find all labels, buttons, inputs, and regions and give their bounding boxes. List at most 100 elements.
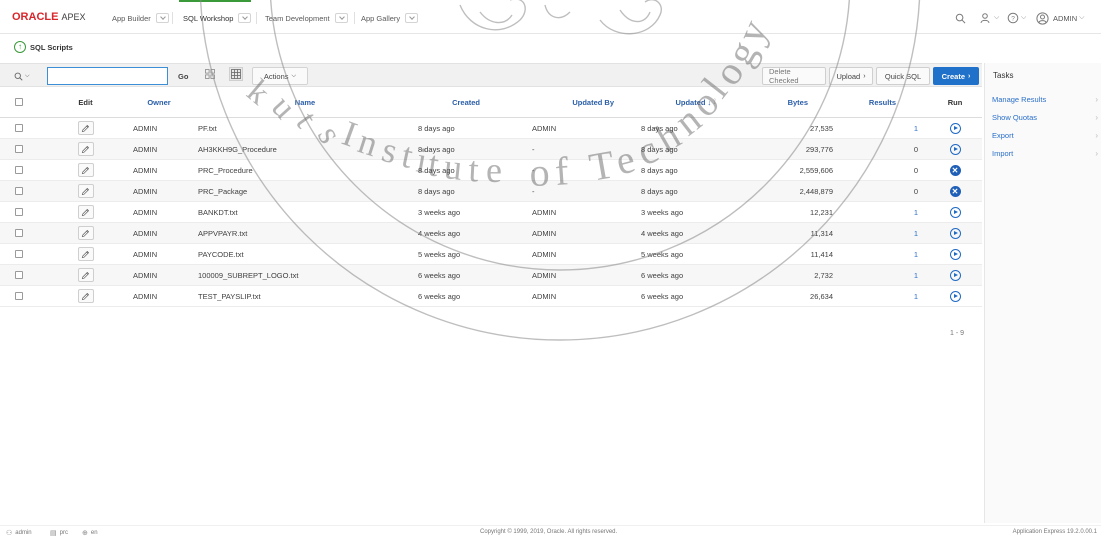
task-link-manage-results[interactable]: Manage Results › [989,90,1101,108]
cell-results[interactable]: 1 [840,223,918,243]
row-checkbox[interactable] [15,124,23,132]
row-checkbox[interactable] [15,250,23,258]
cell-name[interactable]: 100009_SUBREPT_LOGO.txt [198,265,414,285]
footer-language[interactable]: ⊕ en [82,529,98,537]
task-link-import[interactable]: Import › [989,144,1101,162]
cell-name[interactable]: PF.txt [198,118,414,138]
chevron-down-icon: ⌵ [25,72,30,79]
play-icon[interactable] [949,227,961,239]
edit-button[interactable] [77,268,94,282]
play-icon[interactable] [949,122,961,134]
search-column-selector[interactable]: ⌵ [10,67,44,85]
row-checkbox[interactable] [15,187,23,195]
actions-menu-button[interactable]: Actions ⌵ [252,67,308,85]
edit-button[interactable] [77,205,94,219]
edit-button[interactable] [77,226,94,240]
row-checkbox[interactable] [15,166,23,174]
chevron-down-icon[interactable] [334,13,348,23]
search-icon [14,72,23,81]
footer-user[interactable]: ⚇ admin [6,529,32,537]
cell-created: 6 weeks ago [418,291,461,301]
cell-owner: ADMIN [133,144,158,154]
cell-name[interactable]: PRC_Procedure [198,160,414,180]
error-icon[interactable]: ✕ [949,185,961,197]
upload-button[interactable]: Upload › [829,67,873,85]
row-checkbox[interactable] [15,292,23,300]
tab-sql-workshop[interactable]: SQL Workshop [178,0,252,25]
select-all-checkbox[interactable] [15,98,23,106]
edit-cell [38,181,133,201]
edit-button[interactable] [77,121,94,135]
cell-results[interactable]: 1 [840,118,918,138]
cell-results[interactable]: 1 [840,265,918,285]
row-checkbox-cell [0,223,38,243]
create-button[interactable]: Create › [933,67,979,85]
play-icon[interactable] [949,248,961,260]
play-icon[interactable] [949,269,961,281]
edit-button[interactable] [77,247,94,261]
header-owner[interactable]: Owner [130,87,188,117]
tab-app-gallery[interactable]: App Gallery [361,11,419,25]
edit-button[interactable] [77,184,94,198]
header-name[interactable]: Name [200,87,410,117]
cell-owner: ADMIN [133,207,158,217]
grid-view-icon [205,69,215,79]
cell-updated-by: ADMIN [532,270,557,280]
row-checkbox[interactable] [15,145,23,153]
tab-label: Team Development [265,13,330,23]
sort-descending-icon: ↓ [707,97,712,107]
header-created[interactable]: Created [418,87,480,117]
pencil-icon [81,124,90,132]
tab-app-builder[interactable]: App Builder [112,11,169,25]
cell-results[interactable]: 1 [840,202,918,222]
oracle-apex-logo[interactable]: ORACLE APEX [12,11,85,23]
header-updated[interactable]: Updated ↓ ⟟ [641,87,716,117]
cell-name[interactable]: APPVPAYR.txt [198,223,414,243]
footer-schema[interactable]: ▤ prc [50,529,68,537]
task-link-label: Export [992,130,1014,140]
chevron-down-icon[interactable] [405,13,419,23]
row-checkbox-cell [0,202,38,222]
task-link-show-quotas[interactable]: Show Quotas › [989,108,1101,126]
delete-checked-button[interactable]: Delete Checked [762,67,826,85]
cell-name[interactable]: BANKDT.txt [198,202,414,222]
tab-team-development[interactable]: Team Development [265,11,348,25]
header-results[interactable]: Results [840,87,896,117]
search-input[interactable] [47,67,168,85]
edit-cell [38,265,133,285]
cell-name[interactable]: AH3KKH9G_Procedure [198,139,414,159]
cell-name[interactable]: PRC_Package [198,181,414,201]
filter-icon[interactable]: ⟟ [713,97,716,107]
header-updated-by[interactable]: Updated By [532,87,614,117]
cell-name[interactable]: TEST_PAYSLIP.txt [198,286,414,306]
help-menu[interactable]: ? ⌵ [1007,12,1026,24]
quick-sql-button[interactable]: Quick SQL [876,67,930,85]
search-icon[interactable] [955,12,966,24]
icon-view-toggle[interactable] [203,67,217,81]
report-view-toggle[interactable] [229,67,243,81]
row-checkbox-cell [0,244,38,264]
task-link-export[interactable]: Export › [989,126,1101,144]
edit-button[interactable] [77,142,94,156]
cell-results[interactable]: 1 [840,244,918,264]
chevron-down-icon[interactable] [238,13,252,23]
play-icon[interactable] [949,290,961,302]
play-icon[interactable] [949,143,961,155]
row-checkbox[interactable] [15,271,23,279]
user-group-menu[interactable]: ⌵ [980,12,999,24]
error-icon[interactable]: ✕ [949,164,961,176]
go-button[interactable]: Go [178,67,188,85]
chevron-down-icon[interactable] [155,13,169,23]
header-bytes[interactable]: Bytes [748,87,808,117]
arrow-up-icon[interactable]: ↑ [14,41,26,53]
cell-name[interactable]: PAYCODE.txt [198,244,414,264]
play-icon[interactable] [949,206,961,218]
row-checkbox[interactable] [15,208,23,216]
database-icon: ▤ [50,530,57,537]
row-checkbox[interactable] [15,229,23,237]
cell-results[interactable]: 1 [840,286,918,306]
user-menu[interactable]: ADMIN ⌵ [1036,11,1084,25]
edit-button[interactable] [77,289,94,303]
edit-button[interactable] [77,163,94,177]
run-cell [930,202,980,222]
